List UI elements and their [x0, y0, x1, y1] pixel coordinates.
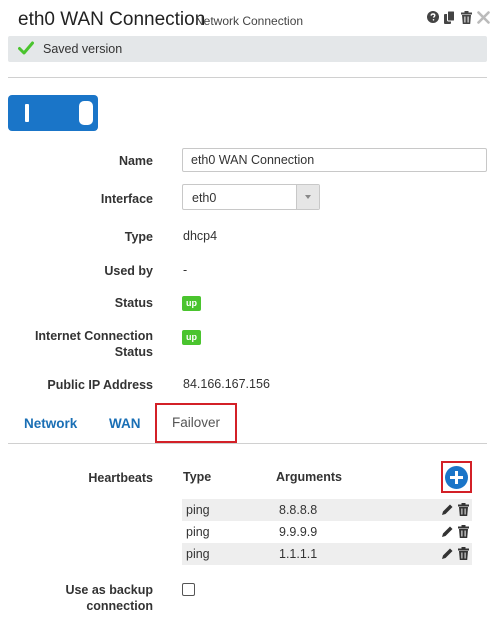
used-by-label: Used by — [104, 264, 153, 278]
interface-select[interactable]: eth0 — [182, 184, 320, 210]
used-by-value: - — [183, 263, 188, 277]
trash-icon[interactable] — [458, 547, 469, 565]
close-icon[interactable] — [477, 10, 490, 24]
backup-connection-label: Use as backup connection — [65, 582, 153, 614]
enable-toggle[interactable] — [8, 95, 98, 131]
chevron-down-icon — [305, 195, 311, 199]
interface-select-value: eth0 — [192, 191, 217, 205]
public-ip-label: Public IP Address — [47, 378, 153, 392]
interface-label: Interface — [100, 192, 153, 206]
heartbeats-label: Heartbeats — [88, 471, 153, 485]
internet-connection-status-label-line2: Status — [114, 345, 153, 359]
heartbeat-type: ping — [186, 547, 210, 561]
tabs-divider — [8, 443, 487, 444]
backup-connection-checkbox[interactable] — [182, 583, 195, 596]
internet-connection-status-label-line1: Internet Connection — [34, 329, 153, 343]
backup-connection-label-line1: Use as backup — [65, 583, 153, 597]
header-actions — [426, 10, 490, 24]
saved-version-banner: Saved version — [8, 36, 487, 62]
status-label: Status — [114, 296, 153, 310]
check-icon — [18, 41, 34, 60]
copy-icon[interactable] — [443, 10, 456, 24]
toggle-on-indicator — [25, 104, 29, 122]
name-input[interactable] — [182, 148, 487, 172]
heartbeat-row: ping 9.9.9.9 — [182, 521, 472, 543]
public-ip-value: 84.166.167.156 — [183, 377, 270, 391]
pencil-icon[interactable] — [441, 525, 454, 543]
tab-failover[interactable]: Failover — [155, 403, 237, 443]
type-value: dhcp4 — [183, 229, 218, 243]
pencil-icon[interactable] — [441, 503, 454, 521]
heartbeat-argument: 8.8.8.8 — [279, 503, 318, 517]
heartbeat-row: ping 8.8.8.8 — [182, 499, 472, 521]
heartbeat-row: ping 1.1.1.1 — [182, 543, 472, 565]
pencil-icon[interactable] — [441, 547, 454, 565]
tab-network[interactable]: Network — [24, 416, 77, 431]
help-icon[interactable] — [426, 10, 439, 24]
internet-status-badge: up — [182, 330, 201, 345]
trash-icon[interactable] — [458, 503, 469, 521]
toggle-knob — [79, 101, 93, 125]
interface-select-button[interactable] — [296, 185, 319, 209]
page-title: eth0 WAN Connection — [18, 9, 206, 30]
status-badge: up — [182, 296, 201, 311]
trash-icon[interactable] — [458, 525, 469, 543]
tab-wan[interactable]: WAN — [109, 416, 141, 431]
add-heartbeat-button[interactable] — [445, 466, 468, 489]
delete-icon[interactable] — [460, 10, 473, 24]
add-heartbeat-highlight — [441, 461, 472, 493]
header-divider — [8, 77, 487, 78]
heartbeat-type: ping — [186, 503, 210, 517]
internet-connection-status-label: Internet Connection Status — [35, 328, 153, 360]
page-subtitle: Network Connection — [195, 14, 304, 28]
backup-connection-label-line2: connection — [86, 599, 153, 613]
heartbeat-argument: 1.1.1.1 — [279, 547, 318, 561]
saved-version-text: Saved version — [43, 42, 123, 56]
heartbeats-type-header: Type — [183, 470, 212, 484]
type-label: Type — [124, 230, 153, 244]
name-label: Name — [118, 154, 153, 168]
heartbeat-type: ping — [186, 525, 210, 539]
heartbeat-argument: 9.9.9.9 — [279, 525, 318, 539]
heartbeats-arguments-header: Arguments — [276, 470, 342, 484]
